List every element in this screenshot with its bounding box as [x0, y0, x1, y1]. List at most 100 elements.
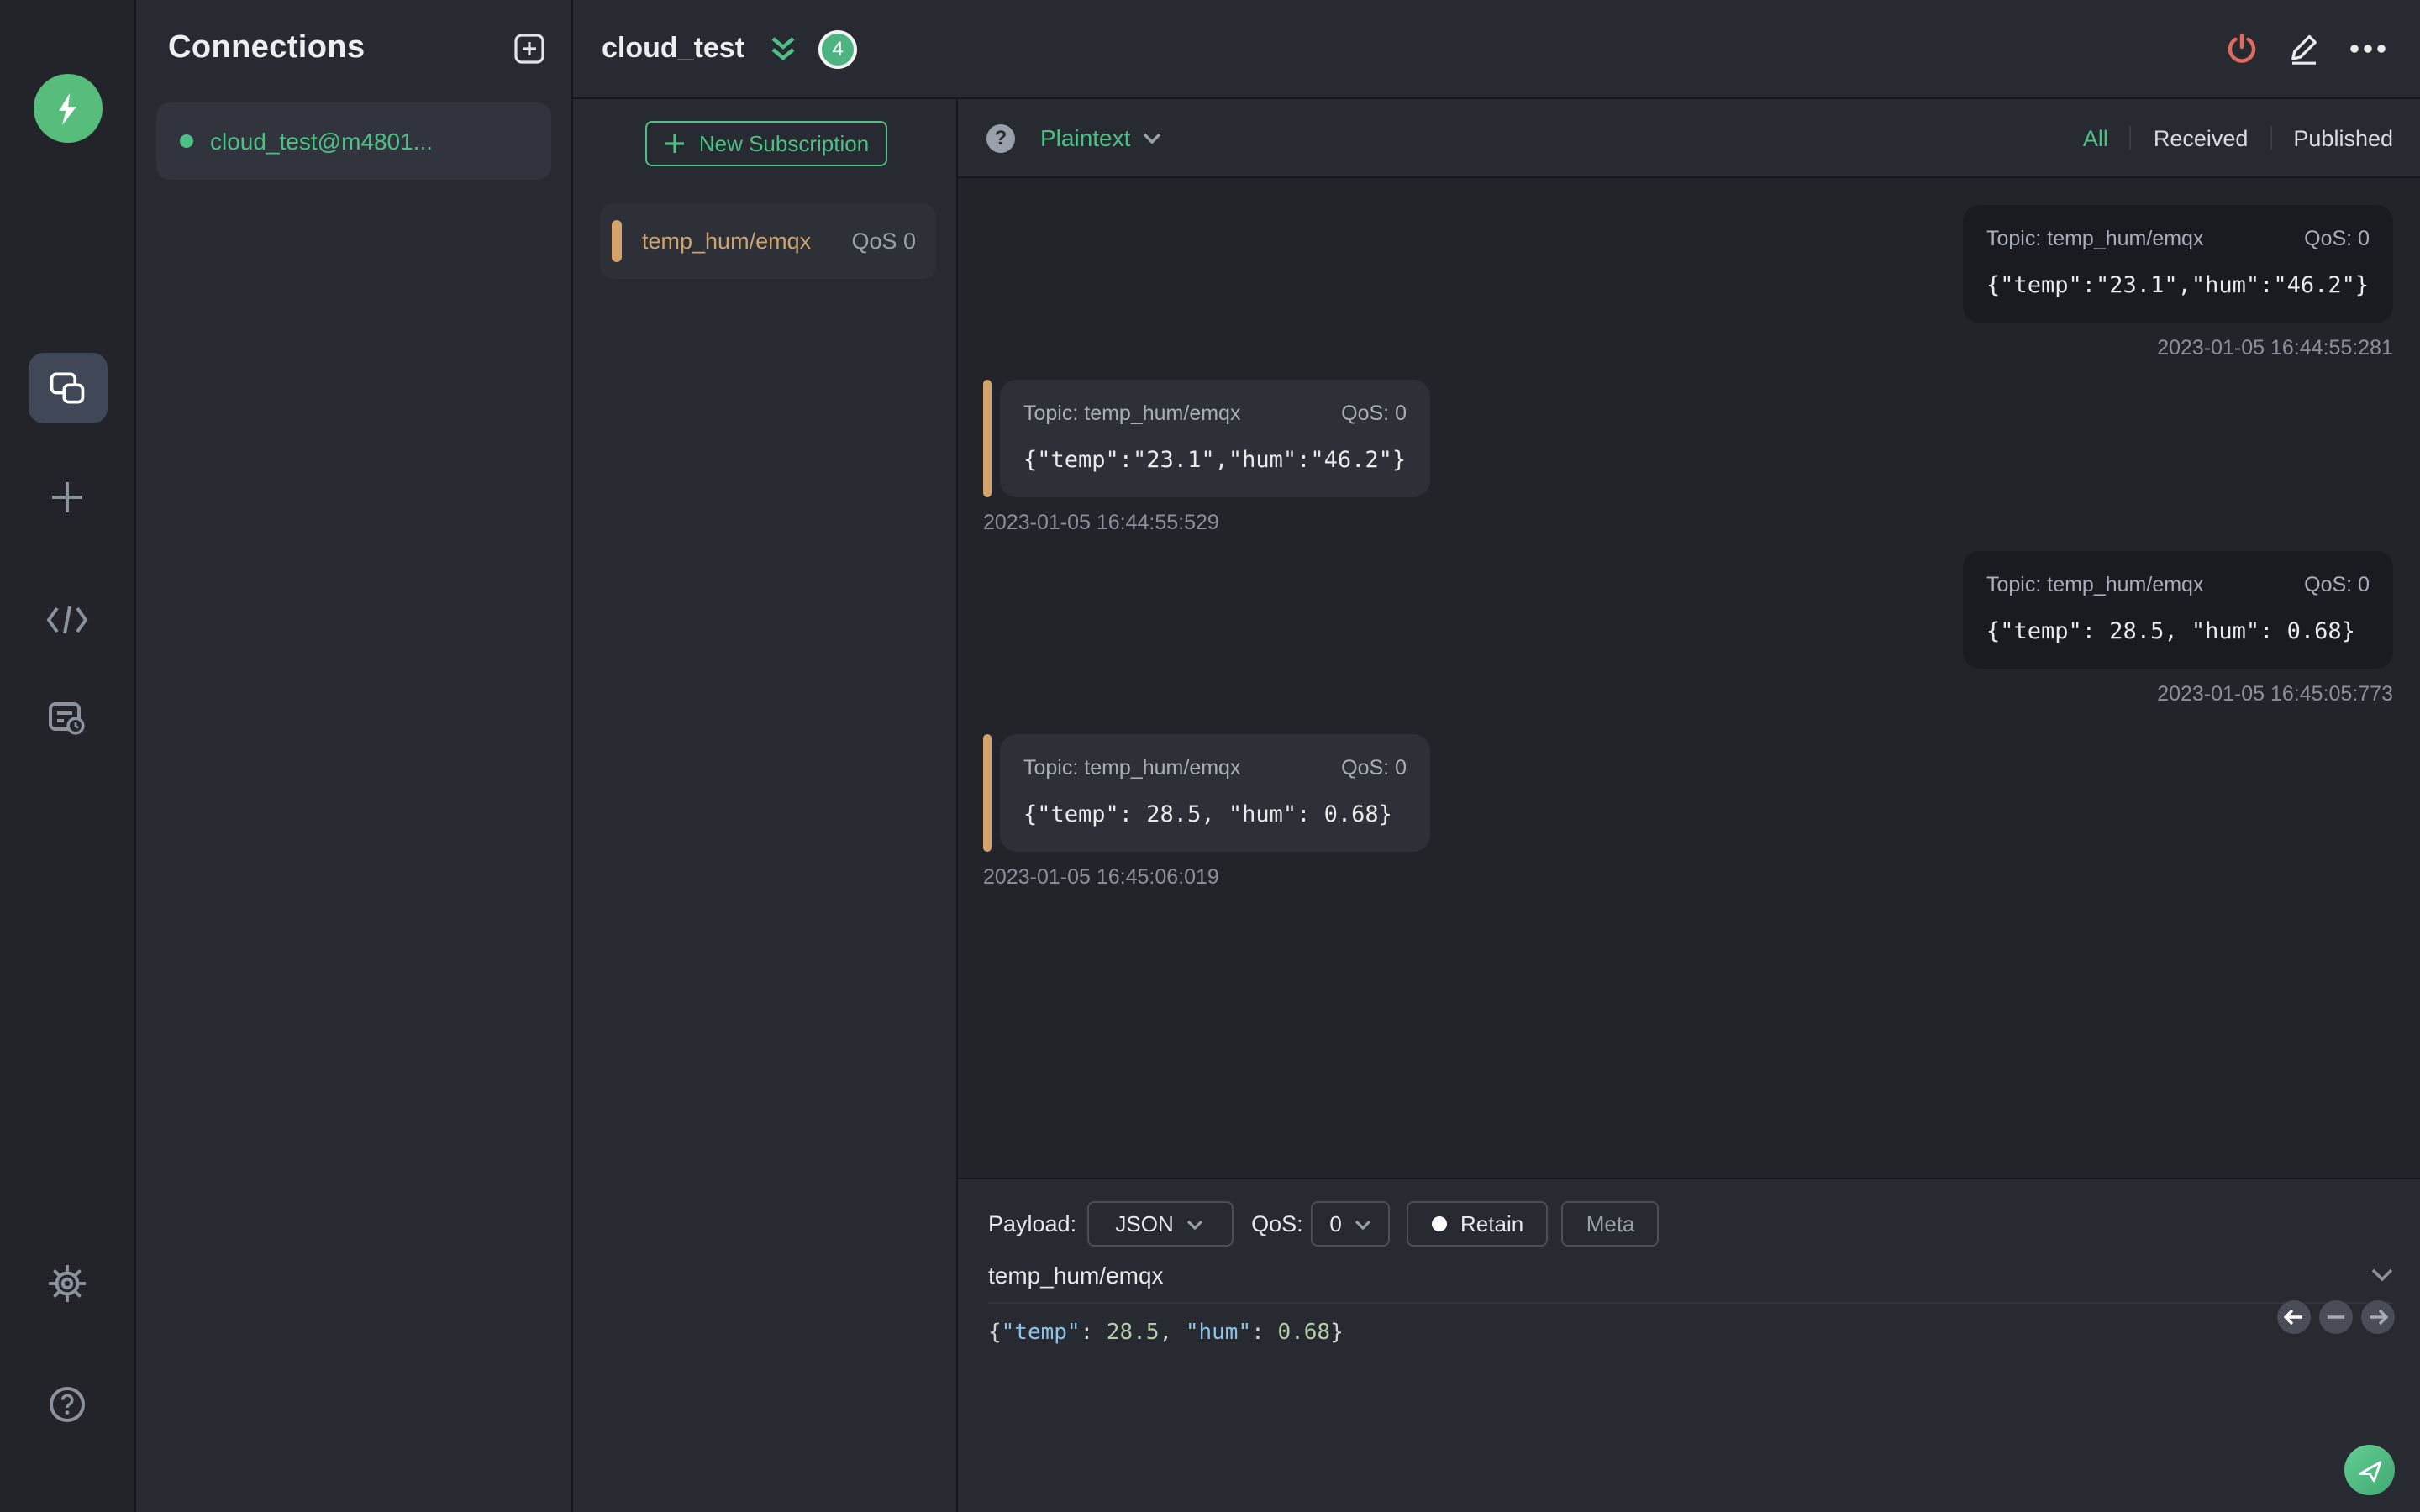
message-list[interactable]: Topic: temp_hum/emqx QoS: 0 {"temp":"23.… [958, 178, 2420, 1178]
add-connection-button[interactable] [514, 34, 544, 64]
send-button[interactable] [2344, 1445, 2395, 1495]
plus-icon [665, 134, 684, 153]
tab-published[interactable]: Published [2293, 125, 2393, 150]
sidebar-bottom [0, 1253, 134, 1512]
topic-input[interactable]: temp_hum/emqx [988, 1262, 2371, 1289]
message-timestamp: 2023-01-05 16:44:55:529 [983, 511, 1219, 534]
lightning-bolt-icon [59, 92, 76, 124]
messages-toolbar: ? Plaintext All Received Published [958, 99, 2420, 178]
more-options-button[interactable] [2349, 44, 2386, 54]
meta-button[interactable]: Meta [1561, 1201, 1660, 1247]
pencil-icon [2291, 34, 2317, 65]
connections-title: Connections [168, 30, 366, 66]
editor-token: 0.68 [1277, 1320, 1331, 1346]
question-circle-icon [50, 1387, 85, 1422]
sidebar-item-log[interactable] [28, 689, 107, 749]
subscription-qos: QoS 0 [851, 228, 916, 254]
message-timestamp: 2023-01-05 16:45:05:773 [2157, 682, 2393, 706]
editor-token: } [1330, 1320, 1344, 1346]
edit-connection-button[interactable] [2287, 32, 2321, 66]
sidebar-item-connections[interactable] [28, 353, 107, 423]
plus-icon [52, 482, 82, 512]
tab-all[interactable]: All [2083, 125, 2108, 150]
format-selector[interactable]: Plaintext [1040, 124, 1160, 151]
history-prev-button[interactable] [2277, 1300, 2311, 1334]
subscription-color-bar [612, 220, 622, 262]
arrow-left-icon [2284, 1309, 2302, 1326]
arrow-right-icon [2370, 1309, 2388, 1326]
minus-icon [2328, 1315, 2344, 1319]
qos-value: 0 [1329, 1211, 1342, 1236]
editor-token: : [1080, 1320, 1107, 1346]
payload-help-icon[interactable]: ? [986, 123, 1015, 152]
message-timestamp: 2023-01-05 16:45:06:019 [983, 865, 1219, 889]
publish-topic-row: temp_hum/emqx [988, 1262, 2393, 1304]
subscription-item[interactable]: temp_hum/emqx QoS 0 [600, 203, 936, 279]
tab-received[interactable]: Received [2154, 125, 2249, 150]
connections-panel: Connections cloud_test@m4801... [136, 0, 573, 1512]
sidebar-item-help[interactable] [28, 1374, 107, 1435]
format-value: Plaintext [1040, 124, 1131, 151]
message-qos: QoS: 0 [1341, 756, 1407, 780]
editor-token: { [988, 1320, 1002, 1346]
connection-name: cloud_test@m4801... [210, 128, 434, 155]
payload-format-value: JSON [1115, 1211, 1174, 1236]
message-topic: Topic: temp_hum/emqx [1023, 756, 1241, 780]
message-payload: {"temp": 28.5, "hum": 0.68} [1986, 618, 2355, 645]
connections-header: Connections [136, 0, 571, 67]
message-card: Topic: temp_hum/emqx QoS: 0 {"temp":"23.… [1000, 380, 1430, 497]
sidebar-item-script[interactable] [28, 590, 107, 650]
ellipsis-icon [2350, 45, 2386, 53]
history-nav [2277, 1300, 2395, 1334]
retain-toggle[interactable]: Retain [1407, 1201, 1549, 1247]
message-published: Topic: temp_hum/emqx QoS: 0 {"temp": 28.… [983, 551, 2393, 706]
disconnect-button[interactable] [2225, 32, 2259, 66]
code-icon [46, 606, 88, 634]
gear-icon [48, 1264, 87, 1303]
message-payload: {"temp":"23.1","hum":"46.2"} [1986, 272, 2370, 299]
connection-header: cloud_test 4 [573, 0, 2420, 99]
messages-pane: ? Plaintext All Received Published Topic… [958, 99, 2420, 1512]
log-file-icon [49, 702, 85, 735]
message-topic: Topic: temp_hum/emqx [1986, 573, 2204, 596]
message-qos: QoS: 0 [2304, 227, 2370, 250]
publish-toolbar: Payload: JSON QoS: 0 Retain Meta [958, 1179, 2420, 1247]
mqttx-app: Connections cloud_test@m4801... cloud_te… [0, 0, 2420, 1512]
connection-title: cloud_test [602, 32, 745, 64]
message-filter-tabs: All Received Published [2083, 125, 2393, 150]
chevron-down-icon [1355, 1219, 1372, 1229]
mqttx-logo [33, 74, 102, 143]
message-received: Topic: temp_hum/emqx QoS: 0 {"temp":"23.… [983, 380, 2393, 534]
message-timestamp: 2023-01-05 16:44:55:281 [2157, 336, 2393, 360]
paper-plane-icon [2358, 1460, 2381, 1482]
message-received: Topic: temp_hum/emqx QoS: 0 {"temp": 28.… [983, 734, 2393, 889]
chevron-down-icon [1187, 1219, 1204, 1229]
double-chevron-down-icon[interactable] [770, 34, 797, 63]
app-sidebar [0, 0, 136, 1512]
subscription-topic: temp_hum/emqx [642, 228, 812, 254]
message-qos: QoS: 0 [1341, 402, 1407, 425]
payload-format-select[interactable]: JSON [1086, 1201, 1234, 1247]
message-payload: {"temp": 28.5, "hum": 0.68} [1023, 801, 1392, 828]
meta-label: Meta [1586, 1211, 1635, 1236]
message-qos: QoS: 0 [2304, 573, 2370, 596]
qos-label: QoS: [1251, 1211, 1303, 1236]
message-topic: Topic: temp_hum/emqx [1986, 227, 2204, 250]
chevron-down-icon[interactable] [2371, 1268, 2393, 1282]
history-next-button[interactable] [2361, 1300, 2395, 1334]
message-color-bar [983, 380, 992, 497]
connection-list-item[interactable]: cloud_test@m4801... [156, 102, 551, 180]
message-payload: {"temp":"23.1","hum":"46.2"} [1023, 447, 1407, 474]
editor-token: 28.5 [1106, 1320, 1160, 1346]
qos-select[interactable]: 0 [1311, 1201, 1391, 1247]
history-clear-button[interactable] [2319, 1300, 2353, 1334]
message-count-badge: 4 [818, 29, 858, 68]
message-topic: Topic: temp_hum/emqx [1023, 402, 1241, 425]
new-subscription-button[interactable]: New Subscription [645, 121, 887, 166]
sidebar-item-settings[interactable] [28, 1253, 107, 1314]
sidebar-item-new-connection[interactable] [28, 467, 107, 528]
plus-square-icon [514, 34, 544, 64]
editor-token: "temp" [1001, 1320, 1081, 1346]
payload-editor[interactable]: {"temp": 28.5, "hum": 0.68} [988, 1320, 2420, 1346]
editor-token: , [1159, 1320, 1186, 1346]
